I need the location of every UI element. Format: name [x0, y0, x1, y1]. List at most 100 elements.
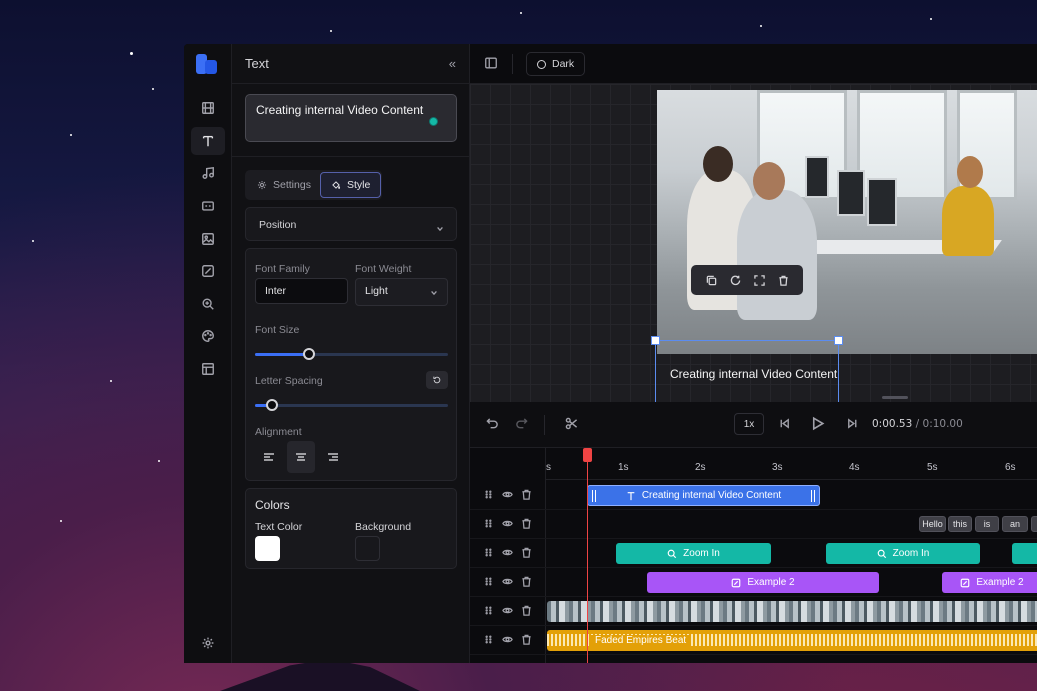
drag-handle-icon[interactable]: [483, 605, 494, 616]
effect-clip[interactable]: Example 2: [942, 572, 1037, 593]
drag-handle-icon[interactable]: [483, 518, 494, 529]
palette-icon[interactable]: [191, 322, 225, 350]
caption-word-clip[interactable]: is: [975, 516, 999, 532]
film-icon[interactable]: [191, 94, 225, 122]
trash-icon[interactable]: [521, 576, 532, 587]
play-icon[interactable]: [810, 416, 825, 436]
monitor: [867, 178, 897, 226]
tab-style[interactable]: Style: [320, 172, 382, 198]
resize-divider-handle[interactable]: [882, 396, 908, 399]
resize-handle[interactable]: [651, 336, 660, 345]
theme-toggle-button[interactable]: Dark: [526, 52, 586, 76]
eye-icon[interactable]: [502, 547, 513, 558]
position-dropdown[interactable]: Position: [245, 207, 457, 241]
eye-icon[interactable]: [502, 576, 513, 587]
track-row-controls: [483, 605, 532, 616]
font-weight-value: Light: [365, 285, 388, 297]
music-icon[interactable]: [191, 159, 225, 187]
drag-handle-icon[interactable]: [483, 576, 494, 587]
layout-icon[interactable]: [191, 355, 225, 383]
background-color-swatch[interactable]: [355, 536, 380, 561]
zoom-icon: [667, 549, 677, 558]
font-size-label: Font Size: [255, 324, 300, 336]
tab-settings[interactable]: Settings: [247, 172, 321, 198]
trash-icon[interactable]: [521, 605, 532, 616]
resize-handle[interactable]: [834, 336, 843, 345]
playback-speed-button[interactable]: 1x: [734, 413, 764, 435]
eye-icon[interactable]: [502, 605, 513, 616]
font-size-slider-handle[interactable]: [303, 348, 315, 360]
align-right-icon[interactable]: [319, 441, 347, 473]
eye-icon[interactable]: [502, 634, 513, 645]
timeline[interactable]: s 1s 2s 3s 4s 5s 6s Creating internal Vi…: [470, 448, 1037, 663]
ruler-label: 6s: [1005, 462, 1016, 473]
zoom-icon[interactable]: [191, 290, 225, 318]
selected-text-element[interactable]: Creating internal Video Content: [651, 336, 843, 411]
font-family-input[interactable]: Inter: [255, 278, 348, 304]
refresh-icon[interactable]: [730, 275, 741, 286]
image-icon[interactable]: [191, 225, 225, 253]
align-left-icon[interactable]: [255, 441, 283, 473]
align-center-icon[interactable]: [287, 441, 315, 473]
text-preview-input[interactable]: Creating internal Video Content: [245, 94, 457, 142]
caption-word-clip[interactable]: [1031, 516, 1037, 532]
drag-handle-icon[interactable]: [483, 547, 494, 558]
font-weight-label: Font Weight: [355, 263, 412, 275]
caption-icon[interactable]: [191, 192, 225, 220]
zoom-clip[interactable]: Zoom In: [616, 543, 771, 564]
video-preview[interactable]: [657, 90, 1037, 354]
track-row: Hello this is an: [470, 510, 1037, 539]
caption-word-clip[interactable]: this: [948, 516, 972, 532]
sidebar-toggle-icon[interactable]: [484, 56, 498, 75]
eye-icon[interactable]: [502, 518, 513, 529]
clip-trim-handle[interactable]: [811, 490, 815, 502]
undo-icon[interactable]: [486, 417, 499, 435]
caption-word-clip[interactable]: Hello: [919, 516, 946, 532]
clip-trim-handle[interactable]: [592, 490, 596, 502]
redo-icon[interactable]: [515, 417, 528, 435]
text-color-swatch[interactable]: [255, 536, 280, 561]
drag-handle-icon[interactable]: [483, 489, 494, 500]
canvas-stage[interactable]: Creating internal Video Content: [470, 84, 1037, 411]
letter-spacing-label: Letter Spacing: [255, 375, 323, 387]
font-size-slider[interactable]: [255, 348, 448, 360]
fullscreen-icon[interactable]: [753, 274, 765, 286]
text-icon[interactable]: [191, 127, 225, 155]
zoom-clip[interactable]: [1012, 543, 1037, 564]
text-clip[interactable]: Creating internal Video Content: [587, 485, 820, 506]
video-clip[interactable]: [547, 601, 1037, 622]
brush-icon: [961, 578, 970, 587]
skip-forward-icon[interactable]: [846, 417, 859, 435]
font-weight-select[interactable]: Light: [355, 278, 448, 306]
playhead[interactable]: [587, 448, 588, 663]
text-preview-value: Creating internal Video Content: [256, 103, 424, 117]
trash-icon[interactable]: [521, 634, 532, 645]
zoom-clip[interactable]: Zoom In: [826, 543, 980, 564]
effect-clip[interactable]: Example 2: [647, 572, 879, 593]
copy-icon[interactable]: [706, 275, 717, 286]
trash-icon[interactable]: [521, 547, 532, 558]
audio-clip[interactable]: Faded Empires Beat: [547, 630, 1037, 651]
trash-icon[interactable]: [778, 275, 789, 286]
caption-word-clip[interactable]: an: [1002, 516, 1028, 532]
gear-icon[interactable]: [191, 629, 225, 657]
reset-icon[interactable]: [426, 371, 448, 389]
track-row-controls: [483, 576, 532, 587]
trash-icon[interactable]: [521, 489, 532, 500]
scissors-icon[interactable]: [565, 417, 578, 435]
drag-handle-icon[interactable]: [483, 634, 494, 645]
letter-spacing-slider[interactable]: [255, 399, 448, 411]
skip-back-icon[interactable]: [778, 417, 791, 435]
track-row: Example 2 Example 2: [470, 568, 1037, 597]
star: [60, 520, 62, 522]
chevrons-left-icon[interactable]: «: [449, 56, 456, 71]
font-family-label: Font Family: [255, 263, 310, 275]
letter-spacing-slider-handle[interactable]: [266, 399, 278, 411]
tab-style-label: Style: [347, 179, 371, 191]
eye-icon[interactable]: [502, 489, 513, 500]
playhead-handle[interactable]: [583, 448, 592, 462]
position-label: Position: [259, 219, 297, 231]
trash-icon[interactable]: [521, 518, 532, 529]
brush-icon[interactable]: [191, 257, 225, 285]
timeline-ruler[interactable]: s 1s 2s 3s 4s 5s 6s: [546, 448, 1037, 480]
